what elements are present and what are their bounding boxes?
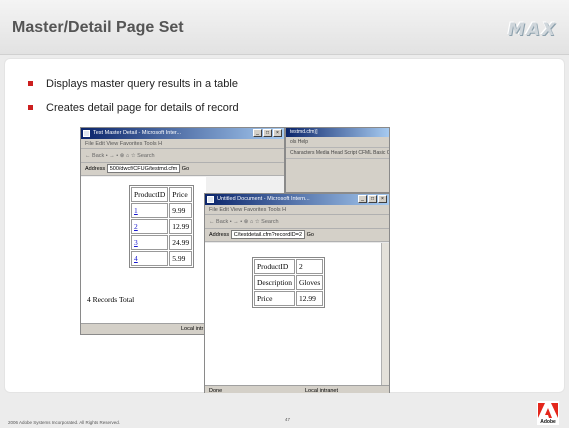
background-window-menu: ols Help	[286, 137, 389, 148]
table-header: ProductID	[131, 187, 169, 202]
field-value: 2	[296, 259, 324, 274]
maximize-button[interactable]: □	[263, 129, 272, 137]
ie-icon	[207, 196, 214, 203]
page-number: 47	[285, 417, 291, 422]
detail-window-titlebar: Untitled Document - Microsoft Intern... …	[205, 194, 389, 205]
price-cell: 24.99	[169, 235, 193, 250]
window-controls: _ □ ×	[253, 129, 282, 137]
background-window-toolbar: Characters Media Head Script CFML Basic …	[286, 148, 389, 159]
master-menu-bar[interactable]: File Edit View Favorites Tools H	[81, 139, 284, 149]
field-label: Description	[254, 275, 295, 290]
field-label: ProductID	[254, 259, 295, 274]
address-input[interactable]: 500/dwcf/CFUG/testmd.cfm	[106, 164, 181, 174]
detail-menu-bar[interactable]: File Edit View Favorites Tools H	[205, 205, 389, 215]
field-value: Gloves	[296, 275, 324, 290]
master-address-bar: Address 500/dwcf/CFUG/testmd.cfm Go	[81, 163, 284, 176]
detail-table: ProductID 2 Description Gloves Price 12.…	[252, 257, 326, 308]
close-button[interactable]: ×	[378, 195, 387, 203]
table-header-row: ProductID Price	[131, 187, 193, 202]
price-cell: 12.99	[169, 219, 193, 234]
record-link[interactable]: 4	[134, 254, 138, 263]
bullet-text: Displays master query results in a table	[46, 78, 238, 90]
table-row: Price 12.99	[254, 291, 324, 306]
bullet-item: Creates detail page for details of recor…	[28, 101, 239, 125]
bullet-marker	[28, 105, 33, 110]
window-controls: _ □ ×	[358, 195, 387, 203]
background-window: testmd.cfm)] ols Help Characters Media H…	[285, 127, 390, 193]
master-toolbar[interactable]: ← Back • → • ⊗ ⌂ ☆ Search	[81, 149, 284, 163]
minimize-button[interactable]: _	[253, 129, 262, 137]
go-button[interactable]: Go	[182, 166, 189, 172]
max-logo: MAX	[507, 20, 557, 40]
status-zone: Local intr	[181, 326, 204, 332]
slide: Master/Detail Page Set MAX Displays mast…	[0, 0, 569, 428]
table-row: 1 9.99	[131, 203, 193, 218]
background-window-title: testmd.cfm)]	[286, 128, 389, 137]
master-window-titlebar: Test Master Detail - Microsoft Inter... …	[81, 128, 284, 139]
table-row: 2 12.99	[131, 219, 193, 234]
address-input[interactable]: C/testdetail.cfm?recordID=2	[230, 230, 306, 240]
table-row: 3 24.99	[131, 235, 193, 250]
bullet-marker	[28, 81, 33, 86]
detail-browser-window: Untitled Document - Microsoft Intern... …	[204, 193, 390, 397]
copyright-text: 2006 Adobe Systems Incorporated. All Rig…	[8, 420, 121, 425]
record-link[interactable]: 3	[134, 238, 138, 247]
vertical-scrollbar[interactable]	[381, 243, 389, 386]
maximize-button[interactable]: □	[368, 195, 377, 203]
close-button[interactable]: ×	[273, 129, 282, 137]
price-cell: 9.99	[169, 203, 193, 218]
bullet-item: Displays master query results in a table	[28, 77, 239, 101]
table-row: Description Gloves	[254, 275, 324, 290]
table-header: Price	[169, 187, 193, 202]
field-label: Price	[254, 291, 295, 306]
adobe-wordmark: Adobe	[540, 419, 556, 425]
bullet-text: Creates detail page for details of recor…	[46, 102, 239, 114]
records-total: 4 Records Total	[87, 295, 135, 304]
master-results-table: ProductID Price 1 9.99 2 12.99 3 24.99 4	[129, 185, 195, 268]
record-link[interactable]: 1	[134, 206, 138, 215]
address-label: Address	[209, 232, 230, 238]
bullet-list: Displays master query results in a table…	[28, 77, 239, 125]
slide-title: Master/Detail Page Set	[12, 19, 184, 36]
master-page-body: ProductID Price 1 9.99 2 12.99 3 24.99 4	[81, 177, 206, 323]
table-row: 4 5.99	[131, 251, 193, 266]
record-link[interactable]: 2	[134, 222, 138, 231]
price-cell: 5.99	[169, 251, 193, 266]
table-row: ProductID 2	[254, 259, 324, 274]
ie-icon	[83, 130, 90, 137]
field-value: 12.99	[296, 291, 324, 306]
detail-address-bar: Address C/testdetail.cfm?recordID=2 Go	[205, 229, 389, 242]
detail-page-body: ProductID 2 Description Gloves Price 12.…	[205, 243, 381, 386]
address-label: Address	[85, 166, 106, 172]
detail-toolbar[interactable]: ← Back • → • ⊗ ⌂ ☆ Search	[205, 215, 389, 229]
title-bar: Master/Detail Page Set MAX	[0, 0, 569, 55]
detail-window-title: Untitled Document - Microsoft Intern...	[217, 196, 310, 202]
go-button[interactable]: Go	[307, 232, 314, 238]
minimize-button[interactable]: _	[358, 195, 367, 203]
master-window-title: Test Master Detail - Microsoft Inter...	[93, 130, 182, 136]
